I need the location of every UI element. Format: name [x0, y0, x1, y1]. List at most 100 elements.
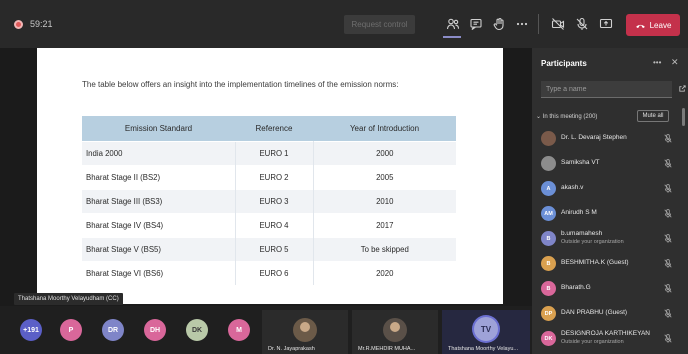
shared-slide: The table below offers an insight into t…	[37, 48, 503, 304]
list-item[interactable]: B BESHMITHA.K (Guest)	[532, 251, 680, 276]
table-cell: Bharat Stage V (BS5)	[82, 236, 235, 261]
table-cell: 2000	[313, 140, 456, 165]
presenter-name-label: Thatshana Moorthy Velayudham (CC)	[14, 293, 123, 305]
avatar: B	[541, 231, 556, 246]
list-item[interactable]: Samiksha VT	[532, 151, 680, 176]
avatar: B	[541, 281, 556, 296]
section-label: In this meeting (200)	[542, 114, 598, 120]
mic-off-icon[interactable]	[572, 14, 592, 34]
table-row: India 2000 EURO 1 2000	[82, 140, 456, 165]
avatar: AM	[541, 206, 556, 221]
table-cell: Bharat Stage IV (BS4)	[82, 212, 235, 237]
table-cell: EURO 2	[234, 164, 314, 189]
table-cell: Bharat Stage VI (BS6)	[82, 260, 235, 285]
avatar: A	[541, 181, 556, 196]
video-tile[interactable]: Mr.R.MEHDIR MUHA...	[352, 310, 438, 354]
mic-off-icon[interactable]	[664, 134, 672, 143]
avatar[interactable]: DR	[102, 319, 124, 341]
list-item[interactable]: A akash.v	[532, 176, 680, 201]
search-input[interactable]	[541, 81, 672, 98]
mic-off-icon[interactable]	[664, 309, 672, 318]
raise-hand-icon[interactable]	[489, 14, 509, 34]
table-header-cell: Emission Standard	[82, 116, 235, 141]
more-options-icon[interactable]	[512, 14, 532, 34]
chevron-down-icon: ⌄	[536, 114, 543, 120]
list-item[interactable]: DP DAN PRABHU (Guest)	[532, 301, 680, 326]
video-tile-active-speaker[interactable]: TV Thatshana Moorthy Velayu...	[442, 310, 530, 354]
mic-off-icon[interactable]	[664, 259, 672, 268]
participant-name: BESHMITHA.K (Guest)	[561, 259, 629, 266]
participant-photo	[293, 318, 317, 342]
table-row: Bharat Stage VI (BS6) EURO 6 2020	[82, 260, 456, 285]
meeting-timer: 59:21	[30, 19, 53, 29]
participant-photo	[383, 318, 407, 342]
participant-name: Dr. L. Devaraj Stephen	[561, 134, 627, 141]
list-item[interactable]: B Bharath.G	[532, 276, 680, 301]
list-item[interactable]: Dr. L. Devaraj Stephen	[532, 126, 680, 151]
avatar: DP	[541, 306, 556, 321]
avatar	[541, 131, 556, 146]
chat-icon[interactable]	[466, 14, 486, 34]
mic-off-icon[interactable]	[664, 334, 672, 343]
mic-off-icon[interactable]	[664, 184, 672, 193]
participant-name: akash.v	[561, 184, 584, 191]
participant-name: Anirudh S M	[561, 209, 597, 216]
meeting-toolbar: 59:21 Request control Leave	[0, 0, 688, 48]
video-tile[interactable]: Dr. N. Jayaprakash	[262, 310, 348, 354]
shared-screen-stage: The table below offers an insight into t…	[0, 48, 532, 306]
table-cell: To be skipped	[313, 236, 456, 261]
table-header-cell: Reference	[235, 116, 313, 141]
camera-off-icon[interactable]	[548, 14, 568, 34]
avatar: TV	[474, 317, 498, 341]
share-invite-icon[interactable]	[678, 84, 687, 93]
hang-up-icon	[635, 24, 645, 28]
participant-gallery-strip: +191 P DR DH DK M Dr. N. Jayaprakash Mr.…	[0, 306, 532, 354]
participants-active-indicator	[443, 36, 461, 38]
list-item[interactable]: AM Anirudh S M	[532, 201, 680, 226]
mic-off-icon[interactable]	[664, 234, 672, 243]
participants-icon[interactable]	[443, 14, 463, 34]
leave-label: Leave	[649, 20, 672, 30]
mic-off-icon[interactable]	[664, 159, 672, 168]
table-cell: 2020	[313, 260, 456, 285]
close-icon[interactable]: ✕	[671, 57, 679, 68]
request-control-button[interactable]: Request control	[344, 15, 415, 34]
participant-org-note: Outside your organization	[561, 339, 624, 345]
avatar: B	[541, 256, 556, 271]
overflow-participants-button[interactable]: +191	[20, 319, 42, 341]
mute-all-button[interactable]: Mute all	[637, 110, 669, 122]
avatar[interactable]: M	[228, 319, 250, 341]
avatar: DK	[541, 331, 556, 346]
table-cell: Bharat Stage II (BS2)	[82, 164, 235, 189]
video-tile-name: Mr.R.MEHDIR MUHA...	[358, 346, 416, 352]
participant-name: Bharath.G	[561, 284, 591, 291]
mic-off-icon[interactable]	[664, 284, 672, 293]
table-row: Bharat Stage II (BS2) EURO 2 2005	[82, 164, 456, 189]
table-row: Bharat Stage IV (BS4) EURO 4 2017	[82, 212, 456, 237]
table-cell: 2005	[313, 164, 456, 189]
toolbar-divider	[538, 14, 539, 34]
avatar[interactable]: P	[60, 319, 82, 341]
more-options-icon[interactable]: •••	[653, 58, 661, 67]
emission-norms-table: Emission Standard Reference Year of Intr…	[82, 116, 456, 285]
panel-title: Participants	[541, 59, 587, 68]
mic-off-icon[interactable]	[664, 209, 672, 218]
list-item[interactable]: DK DESIGNROJA KARTHIKEYAN Outside your o…	[532, 326, 680, 351]
table-cell: EURO 3	[234, 188, 314, 213]
participant-name: DAN PRABHU (Guest)	[561, 309, 628, 316]
avatar[interactable]: DH	[144, 319, 166, 341]
leave-button[interactable]: Leave	[626, 14, 680, 36]
avatar[interactable]: DK	[186, 319, 208, 341]
table-cell: Bharat Stage III (BS3)	[82, 188, 235, 213]
video-tile-name: Thatshana Moorthy Velayu...	[448, 346, 519, 352]
table-cell: 2017	[313, 212, 456, 237]
table-header-cell: Year of Introduction	[313, 116, 456, 141]
scrollbar[interactable]	[682, 108, 685, 126]
list-item[interactable]: B b.umamahesh Outside your organization	[532, 226, 680, 251]
participant-name: b.umamahesh	[561, 230, 603, 237]
share-screen-icon[interactable]	[596, 14, 616, 34]
section-header[interactable]: ⌄ In this meeting (200)	[536, 113, 597, 120]
teams-meeting-window: 59:21 Request control Leave The table be…	[0, 0, 688, 354]
avatar	[541, 156, 556, 171]
video-tile-name: Dr. N. Jayaprakash	[268, 346, 315, 352]
